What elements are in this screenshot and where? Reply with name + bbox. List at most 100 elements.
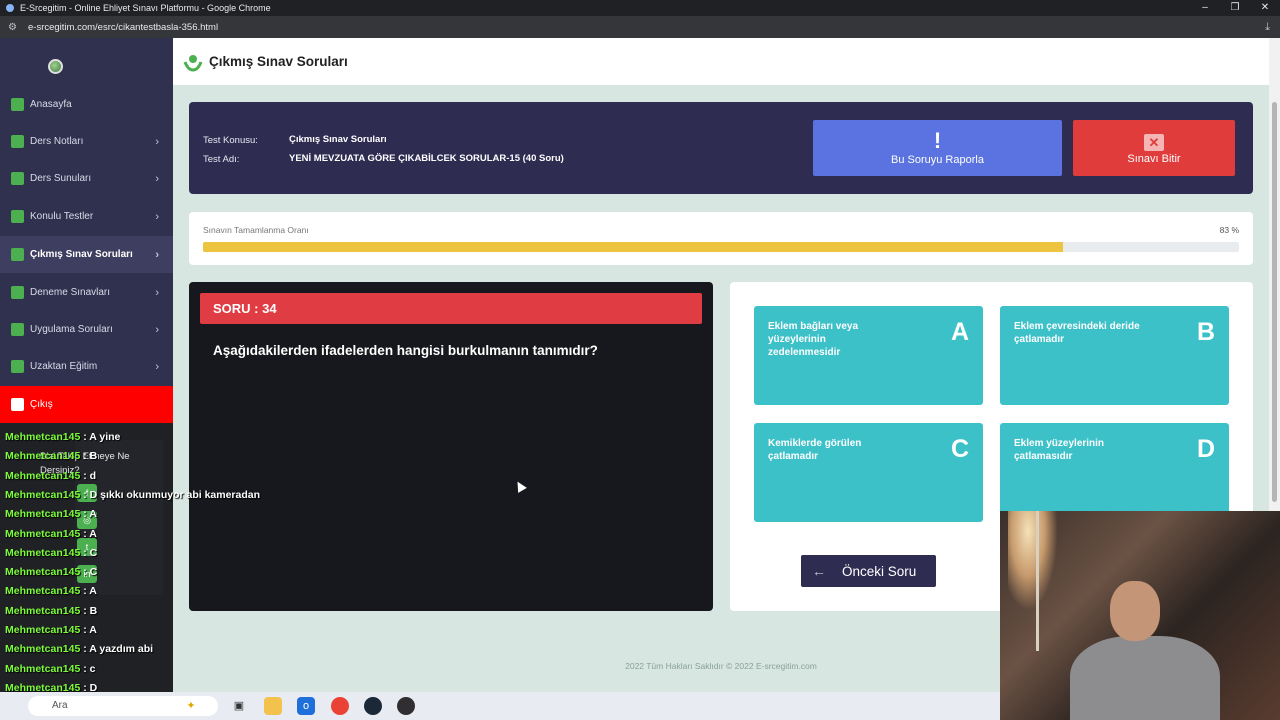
site-info-icon[interactable]: ⚙ <box>8 22 20 33</box>
finish-exam-button[interactable]: ✕ Sınavı Bitir <box>1073 120 1235 176</box>
chevron-right-icon: › <box>155 172 159 185</box>
mouse-cursor-icon <box>513 479 527 493</box>
sidebar-item-label: Deneme Sınavları <box>30 287 111 298</box>
chat-text: : A <box>80 624 97 636</box>
answer-text: Kemiklerde görülen çatlamadır <box>768 438 862 462</box>
address-bar[interactable]: ⚙ e-srcegitim.com/esrc/cikantestbasla-35… <box>0 16 1280 38</box>
test-info-panel: Test Konusu: Çıkmış Sınav Soruları Test … <box>189 102 1253 194</box>
sidebar-item-cikmis-sinav-sorulari[interactable]: Çıkmış Sınav Soruları › <box>0 236 173 273</box>
answer-option-a[interactable]: Eklem bağları veya yüzeylerinin zedelenm… <box>754 306 983 405</box>
browser-titlebar: E-Srcegitim - Online Ehliyet Sınavı Plat… <box>0 0 1280 16</box>
lamp-light <box>1008 511 1058 611</box>
sidebar-item-ders-sunulari[interactable]: Ders Sunuları › <box>0 160 173 197</box>
progress-value: 83 % <box>1219 225 1239 235</box>
chat-message: Mehmetcan145 : A <box>5 624 97 636</box>
page-header: Çıkmış Sınav Soruları <box>173 38 1269 85</box>
chat-username: Mehmetcan145 <box>5 624 81 636</box>
site-logo[interactable] <box>48 59 63 74</box>
answer-letter: A <box>950 318 969 346</box>
chat-message: Mehmetcan145 : d <box>5 470 96 482</box>
chat-username: Mehmetcan145 <box>5 508 81 521</box>
window-controls: – ❐ ✕ <box>1190 0 1280 16</box>
previous-question-button[interactable]: ← Önceki Soru <box>801 555 936 587</box>
chat-username: Mehmetcan145 <box>5 546 81 559</box>
chat-username: Mehmetcan145 <box>5 527 81 540</box>
answer-option-b[interactable]: Eklem çevresindeki deride çatlamadır B <box>1000 306 1229 405</box>
chat-message: Mehmetcan145 : A <box>5 585 97 597</box>
building-icon <box>11 210 24 223</box>
sidebar-item-ders-notlari[interactable]: Ders Notları › <box>0 123 173 160</box>
chat-message: Mehmetcan145 : D şıkkı okunmuyor abi kam… <box>5 489 260 501</box>
chat-message: Mehmetcan145 : C <box>5 566 97 578</box>
close-box-icon: ✕ <box>1144 134 1164 151</box>
book-icon <box>11 135 24 148</box>
chevron-right-icon: › <box>155 286 159 299</box>
sidebar: Anasayfa Ders Notları › Ders Sunuları › … <box>0 38 173 423</box>
question-panel: SORU : 34 Aşağıdakilerden ifadelerden ha… <box>189 282 713 611</box>
close-icon[interactable]: ✕ <box>1250 0 1280 16</box>
sidebar-item-uygulama-sorulari[interactable]: Uygulama Soruları › <box>0 311 173 348</box>
sidebar-item-konulu-testler[interactable]: Konulu Testler › <box>0 198 173 235</box>
copilot-icon[interactable]: ✦ <box>182 697 200 715</box>
presentation-icon <box>11 172 24 185</box>
chat-message: Mehmetcan145 : A <box>5 528 97 540</box>
steering-icon <box>11 323 24 336</box>
document-icon <box>11 248 24 261</box>
chat-text: : A <box>80 508 97 521</box>
answer-text: Eklem çevresindeki deride çatlamadır <box>1014 321 1140 345</box>
chat-text: : A <box>80 527 97 540</box>
obs-icon[interactable] <box>397 697 415 715</box>
task-view-icon[interactable]: ▣ <box>230 697 248 715</box>
minimize-icon[interactable]: – <box>1190 0 1220 16</box>
sidebar-item-cikis[interactable]: Çıkış <box>0 386 173 423</box>
chat-text: : A yine <box>80 431 121 443</box>
download-icon[interactable]: ⤓ <box>1265 21 1270 34</box>
question-number: SORU : 34 <box>200 293 702 324</box>
chevron-right-icon: › <box>155 135 159 148</box>
chat-username: Mehmetcan145 <box>5 431 81 443</box>
chat-message: Mehmetcan145 : C <box>5 547 97 559</box>
chat-username: Mehmetcan145 <box>5 566 81 579</box>
test-name-value: YENİ MEVZUATA GÖRE ÇIKABİLCEK SORULAR-15… <box>289 153 564 164</box>
window-title: E-Srcegitim - Online Ehliyet Sınavı Plat… <box>20 3 271 13</box>
chat-text: : D şıkkı okunmuyor abi kameradan <box>80 488 261 501</box>
streamer-head <box>1110 581 1160 641</box>
chat-message: Mehmetcan145 : B <box>5 605 97 617</box>
sidebar-item-deneme-sinavlari[interactable]: Deneme Sınavları › <box>0 274 173 311</box>
webcam-overlay <box>1000 511 1280 720</box>
scrollbar-thumb[interactable] <box>1272 102 1277 502</box>
chat-text: : c <box>80 662 96 675</box>
chevron-right-icon: › <box>155 248 159 261</box>
url-text[interactable]: e-srcegitim.com/esrc/cikantestbasla-356.… <box>28 22 218 33</box>
chevron-right-icon: › <box>155 360 159 373</box>
test-name-label: Test Adı: <box>203 154 240 165</box>
chevron-right-icon: › <box>155 323 159 336</box>
sidebar-item-label: Anasayfa <box>30 99 72 110</box>
chat-message: Mehmetcan145 : A <box>5 508 97 520</box>
hands-icon <box>183 54 203 72</box>
chat-text: : B <box>80 450 98 463</box>
answer-letter: B <box>1196 318 1215 346</box>
answer-option-c[interactable]: Kemiklerde görülen çatlamadır C <box>754 423 983 522</box>
file-explorer-icon[interactable] <box>264 697 282 715</box>
outlook-icon[interactable]: o <box>297 697 315 715</box>
chat-text: : B <box>80 604 98 617</box>
logout-icon <box>11 398 24 411</box>
steam-icon[interactable] <box>364 697 382 715</box>
report-question-button[interactable]: ! Bu Soruyu Raporla <box>813 120 1062 176</box>
chat-message: Mehmetcan145 : A yine <box>5 431 120 443</box>
progress-track <box>203 242 1239 252</box>
answer-option-d[interactable]: Eklem yüzeylerinin çatlamasıdır D <box>1000 423 1229 522</box>
video-icon <box>11 360 24 373</box>
sidebar-item-label: Konulu Testler <box>30 211 94 222</box>
progress-panel: Sınavın Tamamlanma Oranı 83 % <box>189 212 1253 265</box>
sidebar-item-label: Çıkış <box>30 399 53 410</box>
restore-icon[interactable]: ❐ <box>1220 0 1250 16</box>
sidebar-item-uzaktan-egitim[interactable]: Uzaktan Eğitim › <box>0 348 173 385</box>
sidebar-item-anasayfa[interactable]: Anasayfa <box>0 86 173 123</box>
chrome-icon[interactable] <box>331 697 349 715</box>
chat-message: Mehmetcan145 : A yazdım abi <box>5 643 153 655</box>
answer-text: Eklem bağları veya yüzeylerinin zedelenm… <box>768 321 859 358</box>
topic-value: Çıkmış Sınav Soruları <box>289 134 387 145</box>
chat-message: Mehmetcan145 : c <box>5 663 95 675</box>
